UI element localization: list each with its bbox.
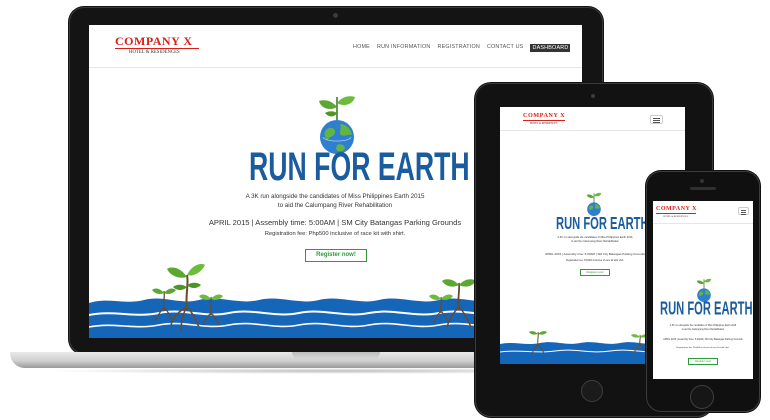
- phone-site-logo[interactable]: COMPANY X HOTEL & RESIDENCES: [656, 206, 697, 218]
- tablet-home-button[interactable]: [581, 380, 603, 402]
- phone-logo-main-text: COMPANY X: [656, 206, 697, 212]
- fee-info: Registration fee: Php500 inclusive of ra…: [264, 231, 406, 237]
- main-navigation: HOME RUN INFORMATION REGISTRATION CONTAC…: [353, 44, 571, 52]
- tablet-header-divider: [500, 130, 685, 131]
- phone-speaker: [690, 187, 716, 190]
- tablet-hero-title: RUN FOR EARTH: [556, 212, 649, 233]
- tablet-logo-main-text: COMPANY X: [523, 112, 566, 119]
- hero-tagline-line2: to aid the Calumpang River Rehabilitatio…: [277, 202, 393, 209]
- phone-logo-sub-text: HOTEL & RESIDENCES: [663, 215, 689, 218]
- phone-fee-info: Registration fee: Php500 inclusive of ra…: [676, 347, 730, 349]
- tablet-register-button[interactable]: Register now!: [580, 269, 610, 276]
- phone-camera: [700, 179, 704, 183]
- phone-hero-title: RUN FOR EARTH: [660, 297, 753, 319]
- nav-item-contact-us[interactable]: CONTACT US: [487, 44, 524, 52]
- phone-logo-underline: [656, 213, 696, 214]
- phone-register-button[interactable]: Register now!: [688, 358, 718, 365]
- site-logo[interactable]: COMPANY X HOTEL & RESIDENCES: [115, 35, 199, 55]
- phone-tagline-line1: A 3K run alongside the candidates of Mis…: [669, 325, 737, 327]
- hero-title: RUN FOR EARTH: [249, 143, 470, 189]
- phone-screen: COMPANY X HOTEL & RESIDENCES RUN FOR EAR…: [653, 201, 753, 379]
- tablet-logo-sub-text: HOTEL & RESIDENCES: [530, 122, 558, 126]
- hero-tagline-line1: A 3K run alongside the candidates of Mis…: [245, 193, 425, 200]
- laptop-camera: [333, 13, 338, 18]
- logo-underline: [115, 48, 199, 49]
- phone-tagline-line2: to aid the Calumpang River Rehabilitatio…: [681, 329, 725, 331]
- nav-item-registration[interactable]: REGISTRATION: [438, 44, 480, 52]
- hamburger-menu-icon[interactable]: [650, 115, 663, 124]
- logo-sub-text: HOTEL & RESIDENCES: [129, 50, 180, 55]
- nav-item-home[interactable]: HOME: [353, 44, 370, 52]
- tablet-site-logo[interactable]: COMPANY X HOTEL & RESIDENCES: [523, 112, 566, 126]
- phone-header-divider: [653, 223, 753, 224]
- laptop-base-notch: [292, 352, 380, 359]
- tablet-camera: [591, 94, 595, 98]
- nav-item-dashboard[interactable]: DASHBOARD: [530, 44, 571, 52]
- hamburger-menu-icon[interactable]: [738, 207, 749, 215]
- tablet-logo-underline: [523, 120, 565, 122]
- header-divider: [89, 67, 582, 68]
- nav-item-run-information[interactable]: RUN INFORMATION: [377, 44, 431, 52]
- event-info: APRIL 2015 | Assembly time: 5:00AM | SM …: [208, 218, 462, 227]
- phone-event-info: APRIL 2015 | Assembly time: 5:00AM | SM …: [663, 338, 743, 341]
- phone-home-button[interactable]: [690, 385, 714, 409]
- logo-main-text: COMPANY X: [115, 34, 193, 48]
